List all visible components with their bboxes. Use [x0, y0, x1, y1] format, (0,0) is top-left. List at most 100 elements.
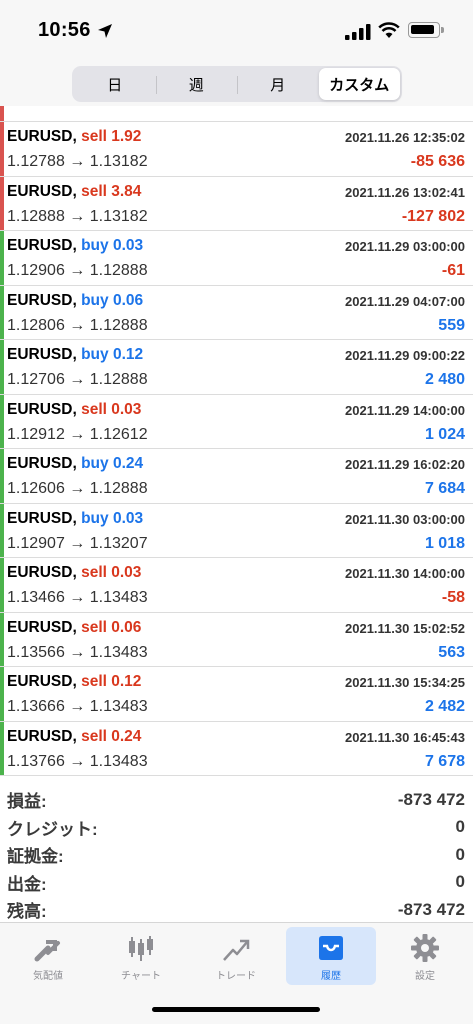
segment-custom[interactable]: カスタム — [318, 68, 400, 100]
trade-open-price: 1.12912 — [7, 425, 65, 443]
trade-row[interactable]: EURUSD, sell 0.12 1.13666 → 1.13483 2021.1… — [0, 667, 473, 722]
trade-open-price: 1.12888 — [7, 207, 65, 225]
trade-volume: 0.03 — [112, 237, 144, 254]
trade-row[interactable]: EURUSD, sell 3.84 1.12888 → 1.13182 2021.1… — [0, 176, 473, 231]
tab-chart[interactable]: チャート — [96, 927, 186, 985]
tab-label: 設定 — [415, 971, 435, 982]
trade-row[interactable]: EURUSD, buy 0.12 1.12706 → 1.12888 2021.11… — [0, 340, 473, 395]
trade-volume: 0.12 — [111, 673, 142, 690]
tab-settings[interactable]: 設定 — [380, 927, 470, 985]
quotes-arrows-icon — [34, 940, 60, 962]
trade-header: EURUSD, buy 0.03 — [7, 237, 143, 255]
trade-close-price: 1.12888 — [89, 262, 148, 279]
trade-side-volume: sell 0.03 — [81, 401, 141, 418]
trade-close-price: 1.12888 — [89, 480, 148, 497]
trade-side: buy — [81, 346, 109, 363]
trade-header: EURUSD, sell 1.92 — [7, 128, 141, 146]
trade-history-list[interactable]: EURUSD, sell 1.92 1.12788 → 1.13182 2021.1… — [0, 106, 473, 778]
row-side-bar — [0, 721, 4, 775]
trade-side-volume: buy 0.12 — [81, 346, 143, 363]
trade-row[interactable]: EURUSD, buy 0.03 1.12906 → 1.12888 2021.11… — [0, 231, 473, 286]
trade-datetime: 2021.11.26 12:35:02 — [345, 130, 465, 145]
trade-row[interactable]: EURUSD, sell 0.24 1.13766 → 1.13483 2021.1… — [0, 721, 473, 776]
row-side-bar — [0, 231, 4, 285]
trade-row[interactable]: EURUSD, buy 0.03 1.12907 → 1.13207 2021.11… — [0, 503, 473, 558]
trade-symbol: EURUSD, — [7, 237, 77, 254]
trade-profit: 7 678 — [424, 752, 465, 770]
trade-prices: 1.12606 → 1.12888 — [7, 480, 148, 498]
tab-history[interactable]: 履歴 — [286, 927, 376, 985]
trade-open-price: 1.12907 — [7, 534, 65, 552]
trade-datetime: 2021.11.30 15:34:25 — [345, 675, 465, 690]
trade-profit: 7 684 — [424, 480, 465, 497]
trade-datetime: 2021.11.29 03:00:00 — [345, 239, 465, 254]
trade-datetime: 2021.11.30 03:00:00 — [345, 511, 465, 527]
account-summary: 損益: -873 472 クレジット: 0 証拠金: 0 出金: 0 残高: -… — [0, 778, 473, 922]
trade-symbol: EURUSD, — [7, 291, 77, 309]
home-indicator[interactable] — [152, 1007, 320, 1012]
trade-side: sell — [81, 400, 107, 418]
trade-volume: 0.06 — [112, 291, 144, 309]
trade-side: sell — [81, 727, 107, 745]
trade-open-price: 1.12806 — [7, 316, 65, 334]
trade-side: sell — [81, 618, 107, 636]
trade-row[interactable]: EURUSD, buy 0.24 1.12606 → 1.12888 2021.11… — [0, 449, 473, 504]
segment-week[interactable]: 週 — [155, 68, 238, 100]
trade-open-price: 1.12706 — [7, 371, 65, 388]
summary-row-profit: 損益: -873 472 — [0, 786, 473, 814]
trade-row[interactable]: EURUSD, sell 0.03 1.12912 → 1.12612 2021.1… — [0, 394, 473, 449]
summary-row-balance: 残高: -873 472 — [0, 896, 473, 924]
trade-row[interactable]: EURUSD, sell 0.03 1.13466 → 1.13483 2021.1… — [0, 558, 473, 613]
summary-label: 出金: — [7, 874, 47, 894]
arrow-icon: → — [69, 371, 86, 388]
status-bar: 10:56 — [0, 0, 473, 60]
trade-side: sell — [81, 182, 107, 200]
trade-datetime: 2021.11.29 14:00:00 — [345, 402, 465, 418]
trade-close-price: 1.12612 — [89, 425, 148, 443]
trade-chart-icon — [223, 939, 250, 961]
trade-symbol: EURUSD, — [7, 673, 77, 690]
trade-symbol: EURUSD, — [7, 509, 77, 527]
trade-close-price: 1.12888 — [89, 371, 148, 388]
trade-datetime: 2021.11.30 16:45:43 — [345, 729, 465, 745]
arrow-icon: → — [69, 534, 86, 552]
trade-side: buy — [81, 455, 109, 472]
trade-header: EURUSD, sell 0.12 — [7, 673, 141, 691]
trade-prices: 1.12806 → 1.12888 — [7, 317, 148, 335]
trade-datetime: 2021.11.30 14:00:00 — [345, 566, 465, 581]
trade-open-price: 1.13666 — [7, 698, 65, 715]
battery-icon — [408, 22, 444, 38]
trade-header: EURUSD, sell 0.03 — [7, 564, 141, 582]
trade-close-price: 1.13483 — [89, 643, 148, 661]
trade-row[interactable]: EURUSD, sell 0.06 1.13566 → 1.13483 2021.1… — [0, 612, 473, 667]
arrow-icon: → — [69, 752, 86, 770]
trade-volume: 1.92 — [111, 128, 142, 145]
inbox-tray-icon — [319, 936, 343, 960]
trade-datetime: 2021.11.29 16:02:20 — [345, 457, 465, 472]
arrow-icon: → — [69, 425, 86, 443]
trade-profit: -127 802 — [401, 207, 465, 225]
trade-symbol: EURUSD, — [7, 128, 77, 145]
segment-month[interactable]: 月 — [237, 68, 319, 100]
trade-close-price: 1.13182 — [89, 207, 148, 225]
trade-symbol: EURUSD, — [7, 564, 77, 581]
row-side-bar — [0, 176, 4, 230]
tab-quotes[interactable]: 気配値 — [3, 927, 93, 985]
row-side-bar — [0, 612, 4, 666]
trade-open-price: 1.13566 — [7, 643, 65, 661]
summary-value: -873 472 — [397, 789, 465, 809]
trade-row[interactable]: EURUSD, sell 1.92 1.12788 → 1.13182 2021.1… — [0, 122, 473, 177]
trade-header: EURUSD, buy 0.03 — [7, 510, 143, 528]
trade-row[interactable]: EURUSD, buy 0.06 1.12806 → 1.12888 2021.11… — [0, 285, 473, 340]
segment-day[interactable]: 日 — [74, 68, 156, 100]
trade-open-price: 1.12906 — [7, 262, 65, 279]
trade-prices: 1.12706 → 1.12888 — [7, 371, 148, 389]
trade-side: sell — [81, 128, 107, 145]
partial-row — [0, 106, 473, 122]
status-time: 10:56 — [38, 19, 91, 41]
trade-profit: 1 018 — [424, 534, 465, 552]
trade-datetime: 2021.11.30 15:02:52 — [345, 620, 465, 636]
summary-row-deposit: 証拠金: 0 — [0, 841, 473, 869]
tab-trade[interactable]: トレード — [191, 927, 281, 985]
trade-close-price: 1.13483 — [89, 698, 148, 715]
